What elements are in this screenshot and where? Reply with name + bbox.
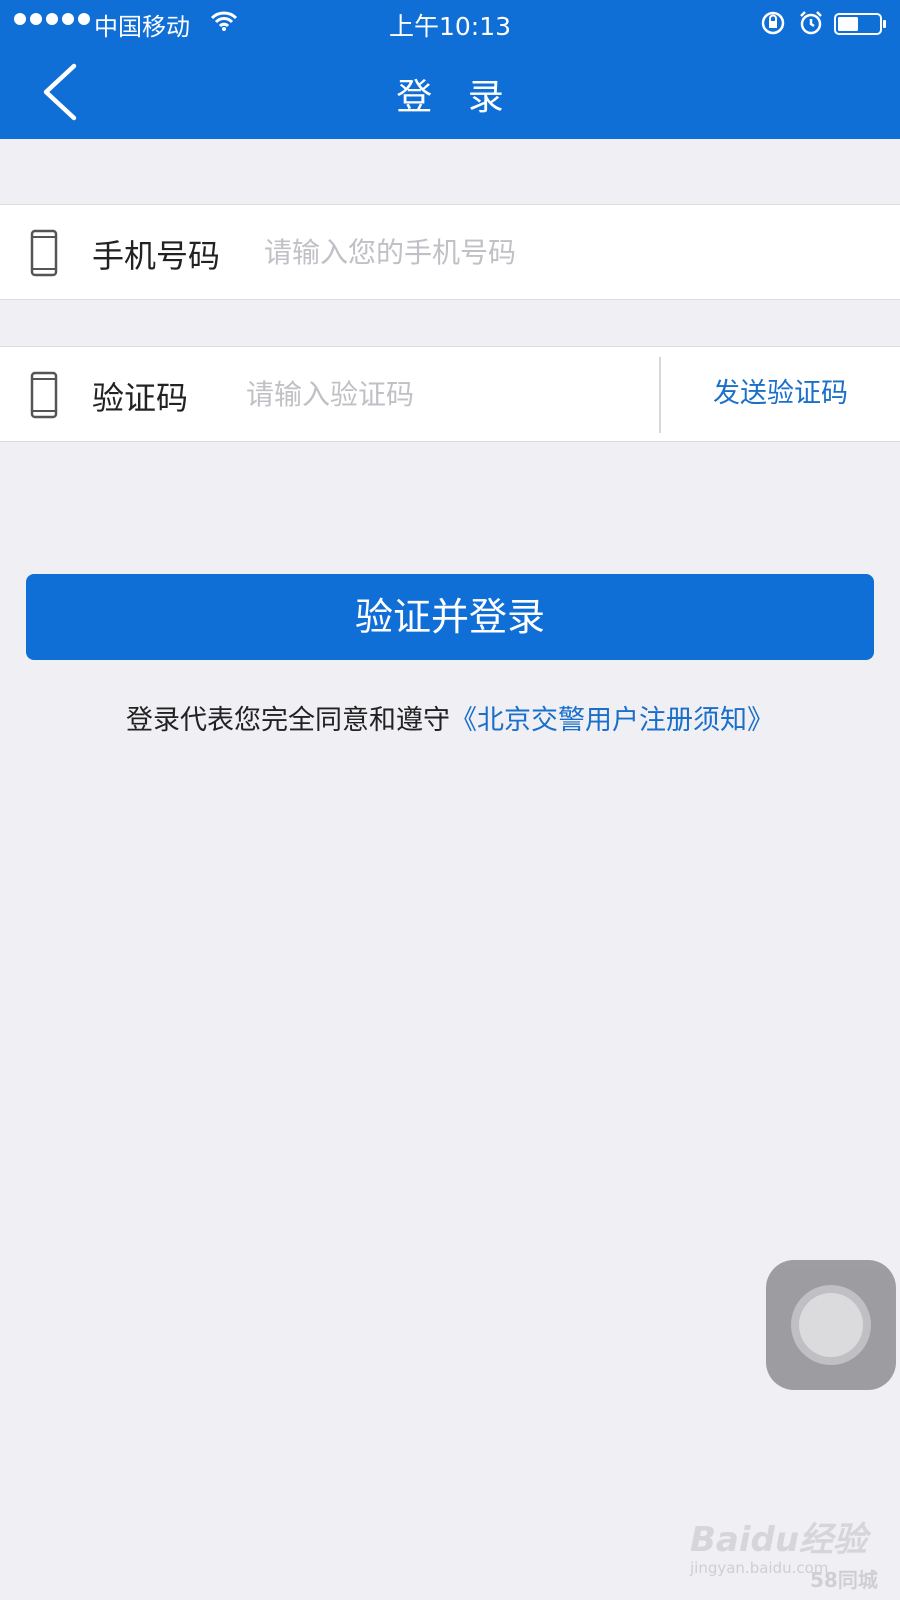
watermark-brand: Baidu经验 (690, 1520, 868, 1560)
phone-number-label: 手机号码 (92, 237, 221, 275)
phone-number-input[interactable] (264, 229, 864, 275)
baidu-watermark: Baidu经验 jingyan.baidu.com 58同城 (690, 1512, 890, 1592)
mobile-phone-icon (30, 229, 58, 281)
verification-code-label: 验证码 (92, 379, 189, 417)
verification-code-input[interactable] (246, 371, 646, 417)
verification-code-row: 验证码 发送验证码 (0, 346, 900, 442)
watermark-partner: 58同城 (810, 1568, 878, 1592)
assistive-touch-button[interactable] (766, 1260, 896, 1390)
mobile-phone-icon (30, 371, 58, 423)
alarm-icon (798, 10, 824, 40)
terms-link[interactable]: 《北京交警用户注册须知》 (450, 705, 774, 736)
agreement-statement: 登录代表您完全同意和遵守 (126, 705, 450, 736)
page-title: 登 录 (396, 77, 516, 118)
status-bar: 中国移动 上午10:13 (0, 0, 900, 46)
assistive-touch-center (799, 1293, 863, 1357)
send-code-button[interactable]: 发送验证码 (661, 347, 900, 441)
verify-login-button[interactable]: 验证并登录 (26, 574, 874, 660)
phone-number-row: 手机号码 (0, 204, 900, 300)
agreement-text: 登录代表您完全同意和遵守《北京交警用户注册须知》 (0, 698, 900, 737)
nav-bar: 登 录 (0, 46, 900, 139)
battery-icon (834, 12, 888, 40)
rotation-lock-icon (760, 10, 786, 40)
